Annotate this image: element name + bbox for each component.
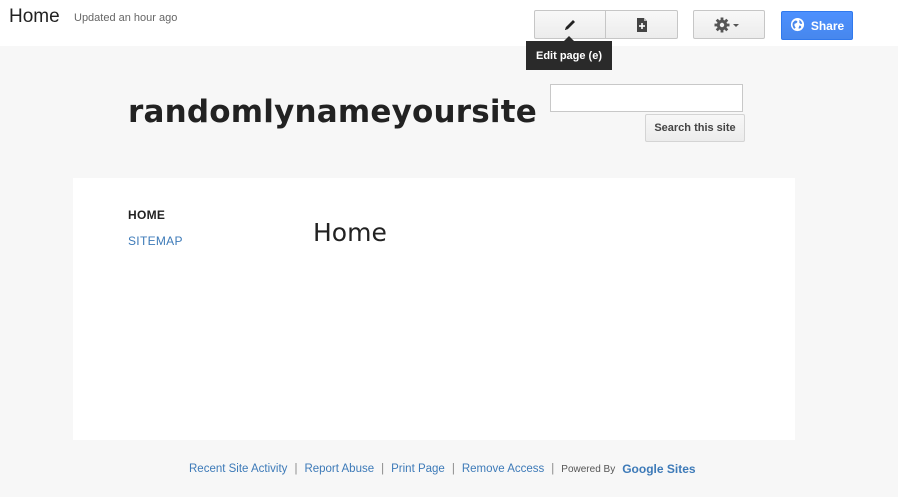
search-input[interactable] <box>550 84 743 112</box>
powered-by-text: Powered By <box>561 463 616 475</box>
print-page-link[interactable]: Print Page <box>391 463 445 475</box>
globe-icon <box>790 17 805 35</box>
footer-separator: | <box>294 463 298 475</box>
footer-separator: | <box>381 463 385 475</box>
footer: Recent Site Activity | Report Abuse | Pr… <box>189 462 696 476</box>
edit-button-group <box>534 10 678 39</box>
nav-item-home[interactable]: HOME <box>128 208 165 222</box>
site-title[interactable]: randomlynameyoursite <box>128 94 537 130</box>
remove-access-link[interactable]: Remove Access <box>462 463 544 475</box>
edit-page-tooltip: Edit page (e) <box>526 36 612 70</box>
more-actions-button[interactable] <box>693 10 765 39</box>
footer-separator: | <box>551 463 555 475</box>
last-updated-text: Updated an hour ago <box>74 12 178 24</box>
pencil-icon <box>562 17 578 33</box>
google-sites-link[interactable]: Google Sites <box>622 462 695 476</box>
footer-separator: | <box>451 463 455 475</box>
recent-site-activity-link[interactable]: Recent Site Activity <box>189 463 287 475</box>
page-heading: Home <box>313 218 387 247</box>
share-label: Share <box>810 18 845 33</box>
share-button[interactable]: Share <box>781 11 853 40</box>
top-bar: Home Updated an hour ago Share <box>0 0 898 46</box>
edit-page-button[interactable] <box>534 10 606 39</box>
page-name: Home <box>9 6 60 27</box>
new-page-button[interactable] <box>606 10 678 39</box>
nav-item-sitemap[interactable]: SITEMAP <box>128 234 183 248</box>
report-abuse-link[interactable]: Report Abuse <box>304 463 374 475</box>
new-page-icon <box>635 17 649 33</box>
page-content: HOME SITEMAP Home <box>73 178 795 440</box>
gear-icon <box>714 17 744 33</box>
search-button[interactable]: Search this site <box>645 114 745 142</box>
